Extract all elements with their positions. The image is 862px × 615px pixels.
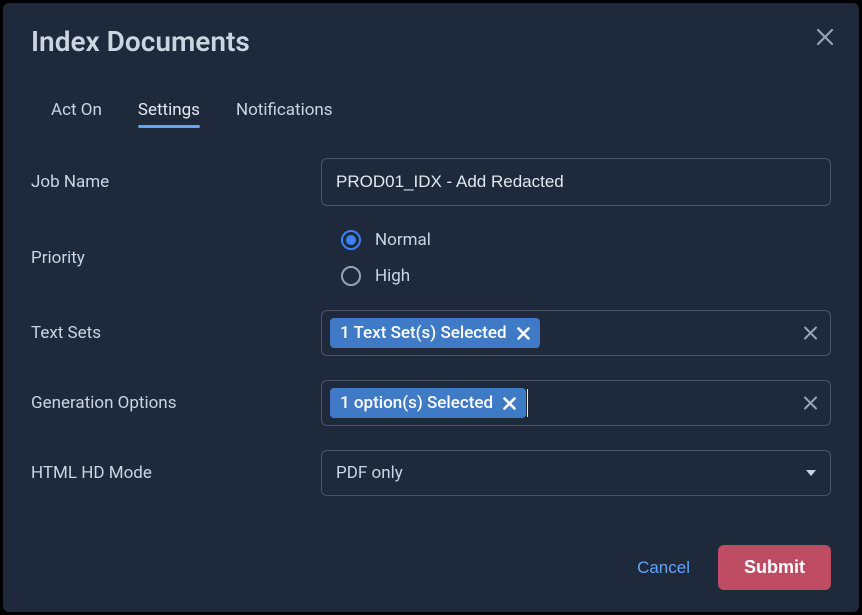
radio-unchecked-icon [341, 266, 361, 286]
radio-checked-icon [341, 230, 361, 250]
tab-bar: Act On Settings Notifications [31, 100, 831, 128]
text-sets-label: Text Sets [31, 323, 321, 343]
tab-act-on[interactable]: Act On [51, 100, 102, 128]
chip-remove-icon[interactable] [503, 397, 516, 410]
job-name-input[interactable] [321, 158, 831, 206]
close-icon[interactable] [813, 25, 837, 49]
priority-option-label: Normal [375, 230, 431, 250]
generation-options-chip: 1 option(s) Selected [330, 388, 526, 418]
chip-remove-icon[interactable] [517, 327, 530, 340]
dialog-footer: Cancel Submit [631, 545, 831, 590]
tab-notifications[interactable]: Notifications [236, 100, 333, 128]
select-value: PDF only [336, 463, 403, 483]
generation-options-multiselect[interactable]: 1 option(s) Selected [321, 380, 831, 426]
clear-icon[interactable] [803, 396, 818, 411]
text-sets-chip: 1 Text Set(s) Selected [330, 318, 540, 348]
priority-option-high[interactable]: High [341, 266, 831, 286]
text-cursor [527, 389, 528, 417]
job-name-label: Job Name [31, 172, 321, 192]
submit-button[interactable]: Submit [718, 545, 831, 590]
generation-options-label: Generation Options [31, 393, 321, 413]
priority-option-normal[interactable]: Normal [341, 230, 831, 250]
chevron-down-icon [806, 470, 816, 476]
priority-radio-group: Normal High [321, 230, 831, 286]
html-hd-mode-label: HTML HD Mode [31, 463, 321, 483]
text-sets-multiselect[interactable]: 1 Text Set(s) Selected [321, 310, 831, 356]
cancel-button[interactable]: Cancel [631, 548, 696, 588]
priority-option-label: High [375, 266, 410, 286]
priority-label: Priority [31, 248, 321, 268]
settings-form: Job Name Priority Normal High [31, 158, 831, 496]
html-hd-mode-select[interactable]: PDF only [321, 450, 831, 496]
chip-label: 1 option(s) Selected [340, 393, 493, 413]
dialog-title: Index Documents [31, 25, 831, 58]
chip-label: 1 Text Set(s) Selected [340, 323, 507, 343]
index-documents-dialog: Index Documents Act On Settings Notifica… [3, 3, 859, 612]
clear-icon[interactable] [803, 326, 818, 341]
tab-settings[interactable]: Settings [138, 100, 200, 128]
